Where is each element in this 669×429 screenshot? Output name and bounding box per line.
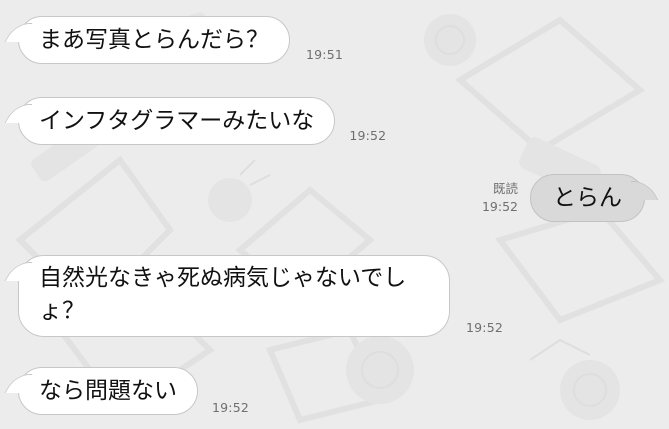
message-timestamp: 19:52	[466, 320, 504, 335]
incoming-message-bubble[interactable]: 自然光なきゃ死ぬ病気じゃないでし ょ？	[18, 255, 450, 337]
message-row: なら問題ない 19:52	[18, 367, 249, 415]
message-text: なら問題ない	[39, 378, 177, 404]
message-row: インフタグラマーみたいな 19:52	[18, 97, 386, 145]
message-text-line: 自然光なきゃ死ぬ病気じゃないでし	[39, 265, 407, 291]
message-text: インフタグラマーみたいな	[39, 108, 315, 134]
message-timestamp: 19:51	[306, 47, 344, 62]
message-row: 自然光なきゃ死ぬ病気じゃないでし ょ？ 19:52	[18, 255, 503, 337]
read-receipt-label: 既読	[492, 181, 518, 196]
incoming-message-bubble[interactable]: まあ写真とらんだら？	[18, 16, 290, 64]
message-timestamp: 19:52	[212, 400, 250, 415]
message-timestamp: 19:52	[481, 199, 518, 214]
outgoing-message-meta: 既読 19:52	[472, 180, 518, 216]
message-row: まあ写真とらんだら？ 19:51	[18, 16, 343, 64]
incoming-message-bubble[interactable]: インフタグラマーみたいな	[18, 97, 336, 145]
message-text: まあ写真とらんだら？	[39, 27, 269, 53]
outgoing-message-bubble[interactable]: とらん	[530, 174, 645, 222]
message-timestamp: 19:52	[349, 128, 387, 143]
incoming-message-bubble[interactable]: なら問題ない	[18, 367, 198, 415]
message-text-line: ょ？	[39, 298, 85, 324]
message-text: とらん	[553, 185, 622, 211]
message-row: とらん	[530, 174, 645, 222]
